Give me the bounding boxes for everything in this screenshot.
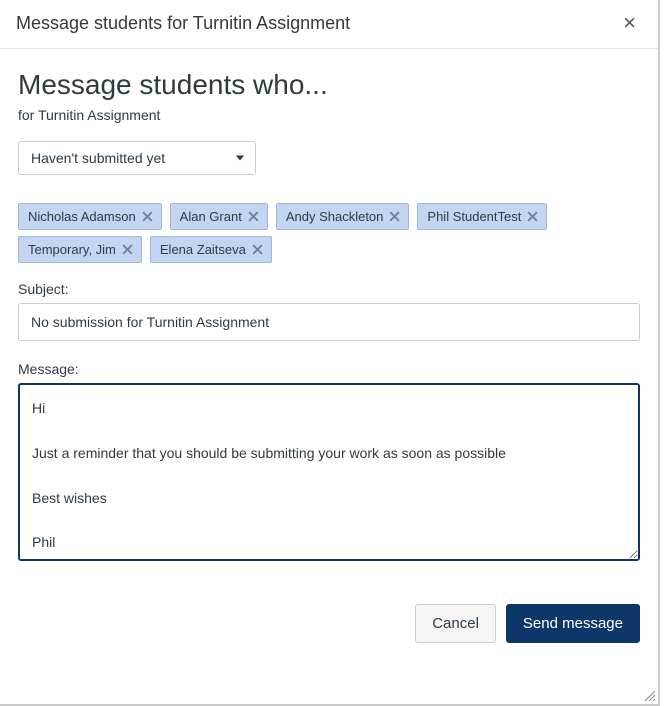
- recipient-name: Alan Grant: [180, 209, 242, 224]
- modal-header: Message students for Turnitin Assignment…: [0, 0, 658, 49]
- close-icon: [252, 244, 263, 255]
- recipient-chip: Phil StudentTest: [417, 203, 547, 230]
- close-icon: [248, 211, 259, 222]
- message-label: Message:: [18, 361, 640, 377]
- page-title: Message students who...: [18, 69, 640, 101]
- recipient-chip: Nicholas Adamson: [18, 203, 162, 230]
- remove-recipient-button[interactable]: [142, 211, 153, 222]
- filter-select[interactable]: Haven't submitted yet: [18, 141, 256, 175]
- resize-grip-icon: [642, 688, 656, 702]
- subject-label: Subject:: [18, 281, 640, 297]
- recipient-chip: Elena Zaitseva: [150, 236, 272, 263]
- recipient-name: Elena Zaitseva: [160, 242, 246, 257]
- recipient-name: Andy Shackleton: [286, 209, 384, 224]
- message-textarea[interactable]: [18, 383, 640, 561]
- recipient-chip: Temporary, Jim: [18, 236, 142, 263]
- modal-footer: Cancel Send message: [0, 586, 658, 665]
- recipient-name: Nicholas Adamson: [28, 209, 136, 224]
- remove-recipient-button[interactable]: [122, 244, 133, 255]
- send-message-button[interactable]: Send message: [506, 604, 640, 643]
- remove-recipient-button[interactable]: [389, 211, 400, 222]
- filter-select-wrap: Haven't submitted yet: [18, 141, 256, 175]
- cancel-button[interactable]: Cancel: [415, 604, 496, 643]
- remove-recipient-button[interactable]: [252, 244, 263, 255]
- recipient-chip: Andy Shackleton: [276, 203, 410, 230]
- close-button[interactable]: ×: [617, 10, 642, 36]
- recipient-name: Temporary, Jim: [28, 242, 116, 257]
- subject-input[interactable]: [18, 303, 640, 341]
- recipient-chips: Nicholas Adamson Alan Grant Andy Shackleto…: [18, 203, 640, 263]
- page-subhead: for Turnitin Assignment: [18, 107, 640, 123]
- message-students-modal: Message students for Turnitin Assignment…: [0, 0, 660, 706]
- close-icon: [527, 211, 538, 222]
- recipient-chip: Alan Grant: [170, 203, 268, 230]
- close-icon: [389, 211, 400, 222]
- recipient-name: Phil StudentTest: [427, 209, 521, 224]
- remove-recipient-button[interactable]: [527, 211, 538, 222]
- close-icon: [142, 211, 153, 222]
- modal-body: Message students who... for Turnitin Ass…: [0, 49, 658, 586]
- close-icon: ×: [623, 10, 636, 35]
- close-icon: [122, 244, 133, 255]
- remove-recipient-button[interactable]: [248, 211, 259, 222]
- modal-title: Message students for Turnitin Assignment: [16, 13, 350, 34]
